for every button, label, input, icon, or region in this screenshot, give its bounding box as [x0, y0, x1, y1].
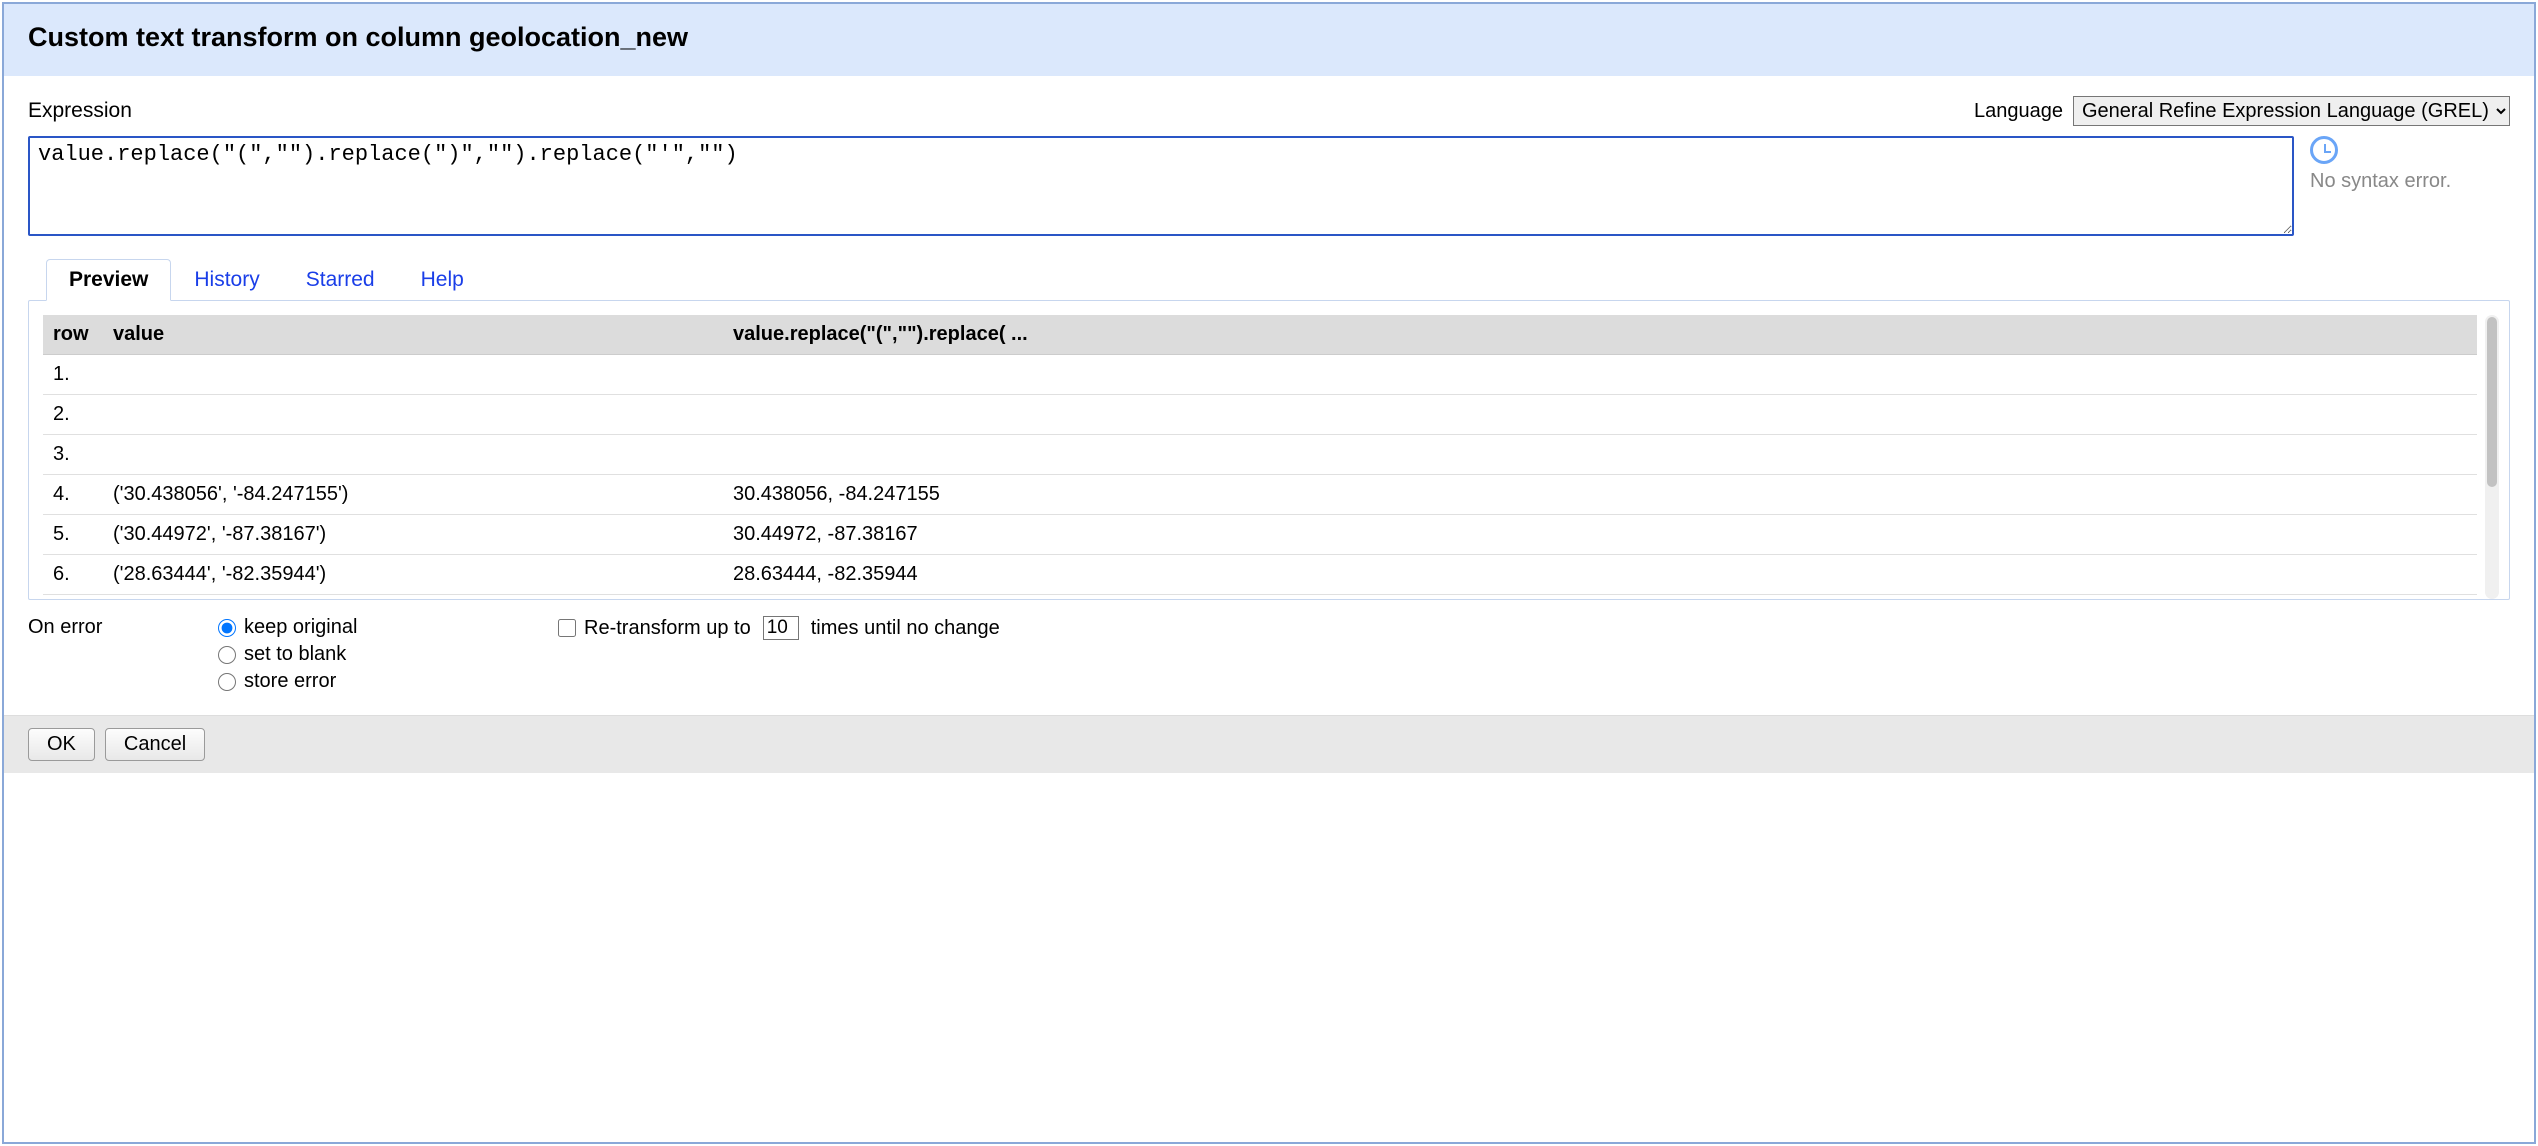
language-wrap: Language General Refine Expression Langu…	[1974, 96, 2510, 126]
button-row: OK Cancel	[4, 715, 2534, 773]
tab-history[interactable]: History	[171, 259, 282, 301]
history-icon[interactable]	[2310, 136, 2338, 164]
table-row: 3.	[43, 435, 2477, 475]
radio-set-to-blank-label: set to blank	[244, 643, 346, 666]
cell-rownum: 6.	[43, 555, 103, 595]
cell-value: ('28.63444', '-82.35944')	[103, 555, 723, 595]
cell-result: 28.63444, -82.35944	[723, 555, 2477, 595]
preview-table: row value value.replace("(","").replace(…	[43, 315, 2477, 599]
preview-scrollbar[interactable]	[2485, 315, 2499, 599]
dialog-title: Custom text transform on column geolocat…	[28, 22, 2510, 53]
language-select[interactable]: General Refine Expression Language (GREL…	[2073, 96, 2510, 126]
ok-button[interactable]: OK	[28, 728, 95, 761]
cell-value: ('30.438056', '-84.247155')	[103, 475, 723, 515]
cell-rownum: 5.	[43, 515, 103, 555]
retransform-suffix: times until no change	[811, 617, 1000, 640]
cell-result	[723, 355, 2477, 395]
table-row: 4.('30.438056', '-84.247155')30.438056, …	[43, 475, 2477, 515]
cell-value	[103, 435, 723, 475]
cell-rownum: 4.	[43, 475, 103, 515]
table-row: 5.('30.44972', '-87.38167')30.44972, -87…	[43, 515, 2477, 555]
expression-textarea[interactable]: value.replace("(","").replace(")","").re…	[28, 136, 2294, 236]
retransform-wrap: Re-transform up to times until no change	[558, 616, 1000, 693]
col-row: row	[43, 315, 103, 355]
col-value: value	[103, 315, 723, 355]
on-error-keep-original[interactable]: keep original	[218, 616, 558, 639]
preview-tbody: 1.2.3.4.('30.438056', '-84.247155')30.43…	[43, 355, 2477, 600]
tabs-wrap: Preview History Starred Help row value v…	[28, 258, 2510, 600]
table-row: 1.	[43, 355, 2477, 395]
cancel-button[interactable]: Cancel	[105, 728, 205, 761]
preview-panel: row value value.replace("(","").replace(…	[28, 300, 2510, 600]
syntax-status: No syntax error.	[2310, 170, 2451, 193]
cell-value	[103, 355, 723, 395]
cell-rownum: 3.	[43, 435, 103, 475]
preview-scroll: row value value.replace("(","").replace(…	[43, 315, 2477, 599]
expression-area-row: value.replace("(","").replace(")","").re…	[28, 136, 2510, 236]
footer-options: On error keep original set to blank stor…	[28, 600, 2510, 715]
retransform-prefix: Re-transform up to	[584, 617, 751, 640]
preview-header-row: row value value.replace("(","").replace(…	[43, 315, 2477, 355]
cell-result	[723, 595, 2477, 600]
on-error-options: keep original set to blank store error	[218, 616, 558, 693]
tab-starred[interactable]: Starred	[283, 259, 398, 301]
cell-result: 30.438056, -84.247155	[723, 475, 2477, 515]
on-error-set-to-blank[interactable]: set to blank	[218, 643, 558, 666]
radio-store-error-label: store error	[244, 670, 336, 693]
on-error-store-error[interactable]: store error	[218, 670, 558, 693]
tab-help[interactable]: Help	[398, 259, 487, 301]
expression-label: Expression	[28, 99, 132, 123]
table-row: 6.('28.63444', '-82.35944')28.63444, -82…	[43, 555, 2477, 595]
dialog-body: Expression Language General Refine Expre…	[4, 76, 2534, 1142]
dialog-window: Custom text transform on column geolocat…	[2, 2, 2536, 1144]
cell-rownum: 2.	[43, 395, 103, 435]
cell-rownum: 7	[43, 595, 103, 600]
table-row: 7	[43, 595, 2477, 600]
col-result: value.replace("(","").replace( ...	[723, 315, 2477, 355]
cell-result: 30.44972, -87.38167	[723, 515, 2477, 555]
cell-result	[723, 435, 2477, 475]
expression-header-row: Expression Language General Refine Expre…	[28, 96, 2510, 126]
radio-keep-original-label: keep original	[244, 616, 357, 639]
radio-store-error[interactable]	[218, 673, 236, 691]
preview-scrollbar-thumb[interactable]	[2487, 317, 2497, 487]
radio-keep-original[interactable]	[218, 619, 236, 637]
cell-result	[723, 395, 2477, 435]
tab-preview[interactable]: Preview	[46, 259, 171, 301]
retransform-label[interactable]: Re-transform up to times until no change	[558, 616, 1000, 640]
on-error-label: On error	[28, 616, 218, 693]
cell-value	[103, 395, 723, 435]
cell-value	[103, 595, 723, 600]
dialog-titlebar: Custom text transform on column geolocat…	[4, 4, 2534, 76]
retransform-checkbox[interactable]	[558, 619, 576, 637]
radio-set-to-blank[interactable]	[218, 646, 236, 664]
tabs: Preview History Starred Help	[28, 258, 2510, 300]
retransform-count-input[interactable]	[763, 616, 799, 640]
cell-value: ('30.44972', '-87.38167')	[103, 515, 723, 555]
cell-rownum: 1.	[43, 355, 103, 395]
language-label: Language	[1974, 100, 2063, 123]
table-row: 2.	[43, 395, 2477, 435]
expression-side: No syntax error.	[2310, 136, 2510, 236]
